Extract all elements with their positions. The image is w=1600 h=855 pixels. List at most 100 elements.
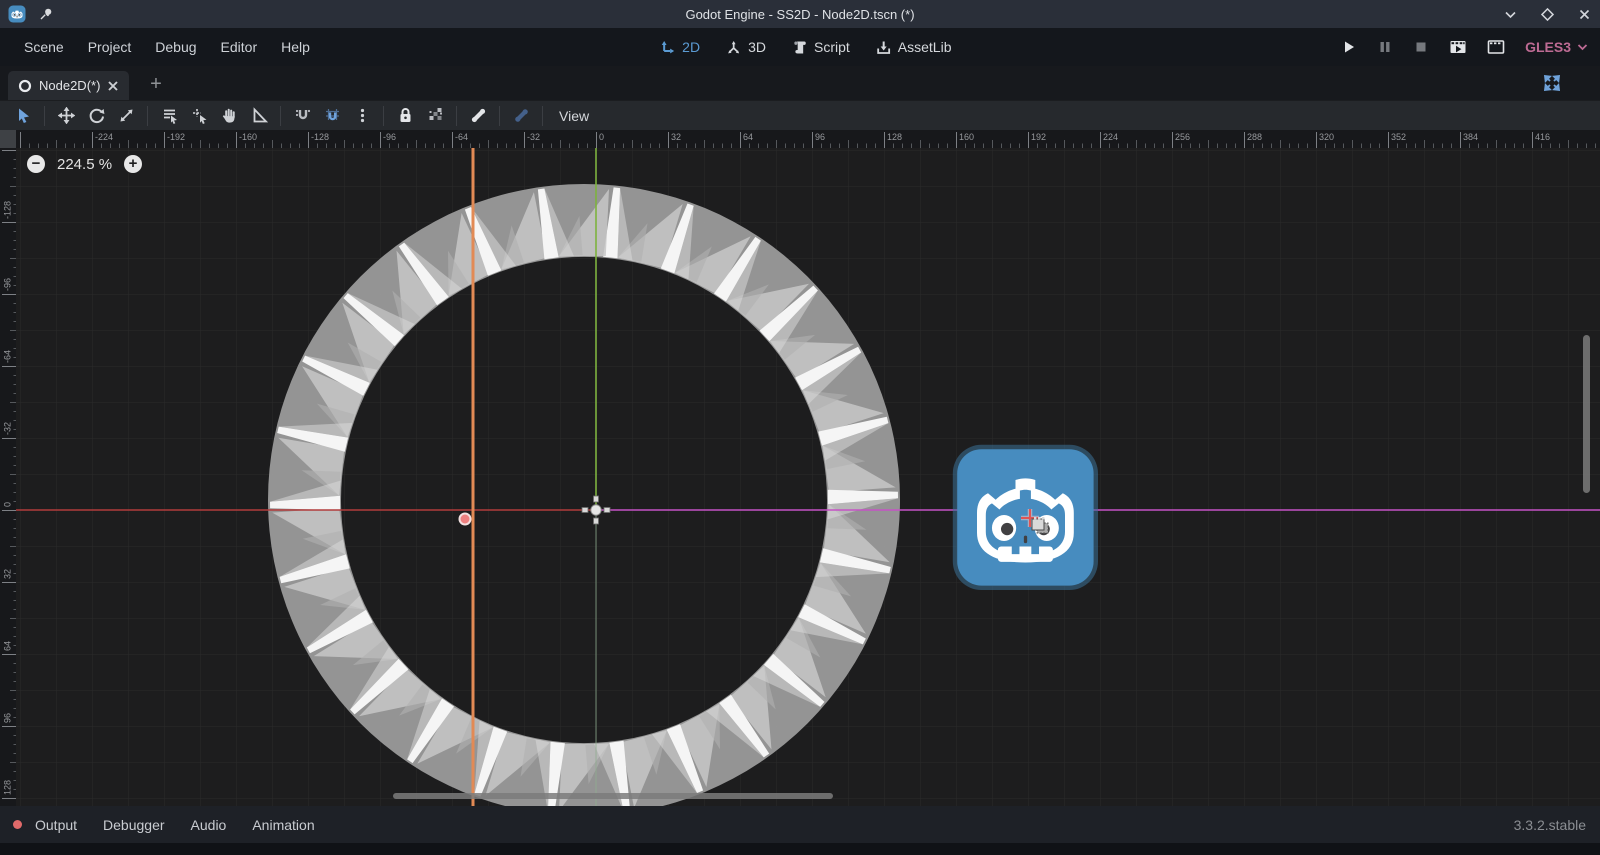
pivot-tool[interactable] bbox=[184, 103, 214, 129]
maximize-button[interactable] bbox=[1540, 7, 1555, 22]
transform-2d-icon bbox=[660, 40, 675, 55]
svg-text:-64: -64 bbox=[455, 132, 468, 142]
close-icon[interactable] bbox=[107, 80, 119, 92]
rotate-tool[interactable] bbox=[81, 103, 111, 129]
svg-text:224: 224 bbox=[1103, 132, 1118, 142]
skeleton-options[interactable] bbox=[506, 103, 536, 129]
svg-text:352: 352 bbox=[1391, 132, 1406, 142]
zoom-in-button[interactable]: + bbox=[124, 155, 142, 173]
svg-text:-64: -64 bbox=[3, 350, 13, 363]
svg-text:-128: -128 bbox=[311, 132, 329, 142]
svg-text:416: 416 bbox=[1535, 132, 1550, 142]
download-icon bbox=[876, 40, 891, 55]
pan-tool[interactable] bbox=[214, 103, 244, 129]
bottom-tab-animation[interactable]: Animation bbox=[239, 813, 327, 837]
svg-text:32: 32 bbox=[671, 132, 681, 142]
svg-text:128: 128 bbox=[3, 780, 13, 795]
engine-version-label: 3.3.2.stable bbox=[1514, 817, 1586, 833]
menu-scene[interactable]: Scene bbox=[14, 34, 74, 60]
group-object[interactable] bbox=[420, 103, 450, 129]
close-window-button[interactable] bbox=[1577, 7, 1592, 22]
scale-tool[interactable] bbox=[111, 103, 141, 129]
svg-text:-96: -96 bbox=[383, 132, 396, 142]
select-tool[interactable] bbox=[8, 103, 38, 129]
workspace-3d-button[interactable]: 3D bbox=[726, 39, 766, 55]
tab-node2d[interactable]: Node2D(*) bbox=[8, 71, 129, 100]
grid-snap-toggle[interactable] bbox=[317, 103, 347, 129]
workspace-assetlib-button[interactable]: AssetLib bbox=[876, 39, 952, 55]
tab-label: Node2D(*) bbox=[39, 78, 100, 93]
horizontal-ruler[interactable]: -224 -192 -160 -128 -96 -64 -32 0 32 64 96 128 160 19… bbox=[16, 130, 1600, 148]
svg-text:96: 96 bbox=[3, 713, 13, 723]
shape-control-point[interactable] bbox=[460, 514, 471, 525]
zoom-level-label[interactable]: 224.5 % bbox=[57, 156, 112, 173]
svg-text:64: 64 bbox=[743, 132, 753, 142]
play-custom-scene-icon[interactable] bbox=[1487, 39, 1505, 55]
bottom-strip bbox=[0, 843, 1600, 855]
zoom-controls: − 224.5 % + bbox=[27, 155, 142, 173]
bottom-tab-output[interactable]: Output bbox=[22, 813, 90, 837]
bottom-panel-bar: Output Debugger Audio Animation 3.3.2.st… bbox=[0, 806, 1600, 843]
horizontal-scrollbar[interactable] bbox=[393, 793, 833, 799]
svg-text:-96: -96 bbox=[3, 278, 13, 291]
svg-text:0: 0 bbox=[599, 132, 604, 142]
ruler-tool[interactable] bbox=[244, 103, 274, 129]
svg-text:-128: -128 bbox=[3, 201, 13, 219]
svg-text:384: 384 bbox=[1463, 132, 1478, 142]
menu-project[interactable]: Project bbox=[78, 34, 142, 60]
svg-text:320: 320 bbox=[1319, 132, 1334, 142]
move-tool[interactable] bbox=[51, 103, 81, 129]
svg-text:-160: -160 bbox=[239, 132, 257, 142]
script-icon bbox=[792, 40, 807, 55]
output-unread-dot bbox=[13, 820, 22, 829]
svg-text:160: 160 bbox=[959, 132, 974, 142]
canvas-area[interactable]: − 224.5 % + bbox=[16, 148, 1600, 806]
pin-icon bbox=[38, 6, 54, 22]
pause-icon[interactable] bbox=[1377, 39, 1393, 55]
menu-editor[interactable]: Editor bbox=[211, 34, 268, 60]
transform-3d-icon bbox=[726, 40, 741, 55]
svg-text:-32: -32 bbox=[527, 132, 540, 142]
bottom-tab-audio[interactable]: Audio bbox=[178, 813, 240, 837]
snap-options[interactable] bbox=[347, 103, 377, 129]
vertical-scrollbar[interactable] bbox=[1583, 335, 1590, 493]
smart-snap-toggle[interactable] bbox=[287, 103, 317, 129]
svg-text:128: 128 bbox=[887, 132, 902, 142]
lock-object[interactable] bbox=[390, 103, 420, 129]
svg-text:0: 0 bbox=[3, 502, 13, 507]
play-scene-icon[interactable] bbox=[1449, 39, 1467, 55]
svg-text:-224: -224 bbox=[95, 132, 113, 142]
main-menubar: Scene Project Debug Editor Help 2D 3D bbox=[0, 28, 1600, 66]
godot-logo-icon bbox=[8, 5, 26, 23]
canvas-toolbar: View bbox=[0, 100, 1600, 130]
bottom-tab-debugger[interactable]: Debugger bbox=[90, 813, 178, 837]
workspace-script-button[interactable]: Script bbox=[792, 39, 850, 55]
menu-debug[interactable]: Debug bbox=[145, 34, 206, 60]
view-menu-button[interactable]: View bbox=[549, 105, 599, 127]
svg-text:-192: -192 bbox=[167, 132, 185, 142]
2d-viewport: -224 -192 -160 -128 -96 -64 -32 0 32 64 96 128 160 19… bbox=[0, 130, 1600, 806]
vertical-ruler[interactable]: -128-96-64-320326496128 bbox=[0, 148, 16, 806]
zoom-out-button[interactable]: − bbox=[27, 155, 45, 173]
workspace-2d-button[interactable]: 2D bbox=[660, 39, 700, 55]
bone-tool[interactable] bbox=[463, 103, 493, 129]
new-scene-tab-button[interactable]: + bbox=[146, 75, 166, 95]
window-title: Godot Engine - SS2D - Node2D.tscn (*) bbox=[0, 7, 1600, 22]
video-driver-select[interactable]: GLES3 bbox=[1525, 39, 1588, 55]
ruler-corner[interactable] bbox=[0, 130, 16, 148]
svg-text:96: 96 bbox=[815, 132, 825, 142]
minimize-button[interactable] bbox=[1503, 7, 1518, 22]
play-icon[interactable] bbox=[1341, 39, 1357, 55]
stop-icon[interactable] bbox=[1413, 39, 1429, 55]
chevron-down-icon bbox=[1577, 43, 1588, 51]
svg-text:32: 32 bbox=[3, 569, 13, 579]
svg-text:64: 64 bbox=[3, 641, 13, 651]
svg-text:288: 288 bbox=[1247, 132, 1262, 142]
svg-text:256: 256 bbox=[1175, 132, 1190, 142]
svg-text:192: 192 bbox=[1031, 132, 1046, 142]
list-select-tool[interactable] bbox=[154, 103, 184, 129]
window-titlebar[interactable]: Godot Engine - SS2D - Node2D.tscn (*) bbox=[0, 0, 1600, 28]
scene-tabbar: Node2D(*) + bbox=[0, 66, 1600, 100]
menu-help[interactable]: Help bbox=[271, 34, 320, 60]
expand-fullscreen-icon[interactable] bbox=[1542, 73, 1562, 93]
